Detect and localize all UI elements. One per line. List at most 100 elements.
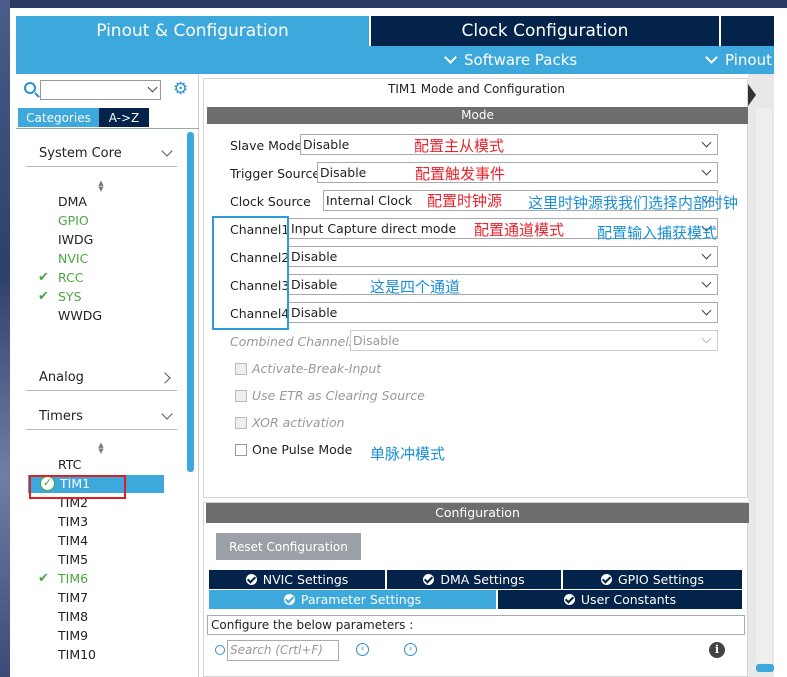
tab-parameter-settings[interactable]: Parameter Settings [209, 590, 496, 609]
list-item-tim8[interactable]: TIM8 [58, 607, 88, 626]
list-item-nvic[interactable]: NVIC [58, 249, 88, 268]
list-item-wwdg[interactable]: WWDG [58, 306, 102, 325]
mode-section-header: Mode [207, 107, 748, 124]
tab-label: GPIO Settings [618, 572, 704, 587]
tab-label: DMA Settings [440, 572, 525, 587]
pinout-menu[interactable]: Pinout [705, 51, 772, 69]
trigger-source-select[interactable]: Disable [317, 162, 718, 183]
section-label: Timers [39, 409, 83, 424]
chevron-down-icon [444, 51, 457, 64]
channels-highlight-box [212, 216, 289, 330]
search-icon [215, 645, 225, 655]
list-item-tim10[interactable]: TIM10 [58, 645, 96, 664]
tab-dma-settings[interactable]: DMA Settings [387, 570, 561, 589]
software-packs-menu[interactable]: Software Packs [444, 51, 578, 69]
select-value: Internal Clock [326, 193, 413, 208]
parameter-search-input[interactable]: Search (Crtl+F) [227, 640, 339, 661]
list-item-rcc[interactable]: RCC [58, 268, 84, 287]
annotation-input-capture: 配置输入捕获模式 [597, 224, 718, 242]
tim1-highlight-box [29, 475, 126, 499]
chevron-down-icon [701, 305, 712, 316]
tab-label: User Constants [580, 592, 677, 607]
categories-scrollbar[interactable] [187, 132, 194, 472]
annotation-clock-source: 配置时钟源 [427, 192, 503, 210]
chevron-down-icon [701, 333, 712, 344]
trigger-source-label: Trigger Source [230, 166, 321, 181]
configuration-header: Configuration [206, 503, 749, 523]
list-item-dma[interactable]: DMA [58, 192, 87, 211]
list-item-gpio[interactable]: GPIO [58, 211, 89, 230]
one-pulse-mode-checkbox[interactable] [235, 444, 247, 456]
section-label: Analog [39, 370, 84, 385]
check-circle-icon [563, 594, 575, 605]
tab-pinout-configuration[interactable]: Pinout & Configuration [16, 16, 369, 46]
sort-icon[interactable]: ▲ ▼ [96, 442, 106, 455]
parameters-hint: Configure the below parameters : [207, 615, 745, 635]
check-circle-icon [245, 574, 257, 585]
list-item-tim6[interactable]: TIM6 [58, 569, 88, 588]
tab-user-constants[interactable]: User Constants [498, 590, 742, 609]
activate-break-checkbox[interactable] [235, 363, 247, 375]
annotation-channel-mode: 配置通道模式 [474, 221, 565, 239]
vertical-scrollbar[interactable] [756, 108, 772, 663]
info-icon[interactable]: i [709, 642, 725, 658]
tab-nvic-settings[interactable]: NVIC Settings [209, 570, 385, 589]
categories-button[interactable]: Categories [18, 108, 99, 127]
check-circle-icon [601, 574, 612, 585]
next-result-icon[interactable]: › [404, 643, 417, 656]
xor-activation-checkbox[interactable] [235, 417, 247, 429]
chevron-down-icon [701, 249, 712, 260]
list-item-rtc[interactable]: RTC [58, 455, 81, 474]
annotation-four-channels: 这是四个通道 [370, 278, 461, 296]
tab-clock-configuration[interactable]: Clock Configuration [369, 16, 719, 46]
select-value: Disable [291, 277, 338, 292]
one-pulse-mode-label: One Pulse Mode [252, 442, 353, 457]
gear-icon[interactable]: ⚙ [173, 80, 188, 98]
tab-label: Pinout & Configuration [96, 21, 289, 41]
software-packs-label: Software Packs [464, 51, 578, 69]
chevron-down-icon [161, 408, 173, 420]
select-value: Input Capture direct mode [291, 221, 457, 236]
channel2-select[interactable]: Disable [288, 246, 718, 267]
chevron-down-icon [161, 145, 173, 157]
reset-configuration-button[interactable]: Reset Configuration [216, 533, 361, 560]
combined-channels-select[interactable]: Disable [350, 330, 718, 351]
section-timers[interactable]: Timers [26, 404, 177, 430]
tab-gpio-settings[interactable]: GPIO Settings [563, 570, 742, 589]
list-item-tim9[interactable]: TIM9 [58, 626, 88, 645]
list-item-tim7[interactable]: TIM7 [58, 588, 88, 607]
configuration-panel: Configuration Reset Configuration NVIC S… [203, 502, 749, 677]
a-to-z-button[interactable]: A->Z [99, 108, 149, 127]
combined-channels-label: Combined Channels [230, 334, 356, 349]
tab-label: Clock Configuration [461, 21, 629, 41]
chevron-down-icon [701, 165, 712, 176]
select-value: Disable [291, 305, 338, 320]
select-value: Disable [320, 165, 367, 180]
sub-navigation-bar: Software Packs Pinout [16, 46, 774, 74]
list-item-tim4[interactable]: TIM4 [58, 531, 88, 550]
xor-activation-label: XOR activation [252, 415, 345, 430]
list-item-tim3[interactable]: TIM3 [58, 512, 88, 531]
list-item-tim5[interactable]: TIM5 [58, 550, 88, 569]
use-etr-checkbox[interactable] [235, 390, 247, 402]
section-analog[interactable]: Analog [26, 365, 177, 391]
list-item-iwdg[interactable]: IWDG [58, 230, 93, 249]
list-item-sys[interactable]: SYS [58, 287, 82, 306]
previous-result-icon[interactable]: ‹ [356, 643, 369, 656]
annotation-clock-note: 这里时钟源我我们选择内部时钟 [528, 194, 739, 212]
divider [16, 128, 199, 129]
annotation-trigger: 配置触发事件 [415, 165, 506, 183]
select-value: Disable [353, 333, 400, 348]
channel4-select[interactable]: Disable [288, 302, 718, 323]
section-system-core[interactable]: System Core [26, 141, 177, 167]
chevron-down-icon[interactable] [147, 82, 158, 93]
scrollbar-thumb[interactable] [756, 664, 774, 672]
slave-mode-select[interactable]: Disable [300, 134, 718, 155]
search-input[interactable] [40, 80, 161, 100]
channel3-select[interactable]: Disable [288, 274, 718, 295]
window-top-strip [10, 0, 787, 8]
pinout-label: Pinout [725, 51, 772, 69]
tab-overflow[interactable] [719, 16, 774, 46]
check-icon: ✔ [38, 289, 49, 304]
sort-icon[interactable]: ▲ ▼ [96, 180, 106, 193]
